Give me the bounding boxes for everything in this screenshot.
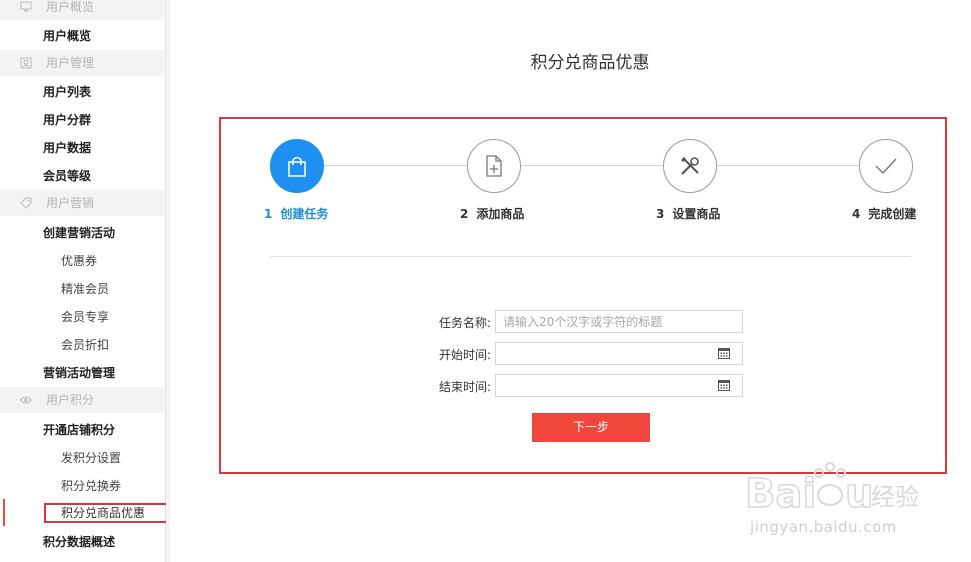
add-file-icon — [486, 155, 502, 177]
step-connector — [521, 165, 663, 166]
sidebar: 用户概览 用户概览 用户管理 用户列表 用户分群 用户数据 会员等级 用户营销 … — [0, 0, 169, 562]
step-2-label: 2 添加商品 — [460, 205, 524, 222]
step-text: 创建任务 — [280, 207, 329, 221]
step-4-label: 4 完成创建 — [852, 205, 916, 222]
page-title: 积分兑商品优惠 — [530, 53, 650, 73]
sidebar-group-user-points: 用户积分 — [0, 387, 164, 413]
step-3-circle — [663, 139, 717, 193]
step-2-circle — [467, 139, 521, 193]
step-3-label: 3 设置商品 — [656, 205, 720, 222]
step-connector — [323, 165, 467, 166]
sidebar-group-user-marketing: 用户营销 — [0, 190, 164, 216]
sidebar-group-label: 用户营销 — [46, 196, 95, 210]
user-card-icon — [20, 57, 32, 69]
eye-icon — [20, 396, 32, 404]
end-time-input[interactable] — [495, 374, 743, 397]
task-name-label: 任务名称: — [438, 316, 491, 330]
sidebar-group-user-management: 用户管理 — [0, 50, 164, 76]
step-connector — [717, 165, 859, 166]
step-number: 1 — [264, 207, 273, 221]
sidebar-item-overview[interactable]: 用户概览 — [43, 28, 91, 44]
step-1-label: 1 创建任务 — [264, 205, 328, 222]
sidebar-subitem-coupon[interactable]: 优惠券 — [61, 253, 97, 269]
step-4-circle — [859, 139, 913, 193]
svg-text:Bai: Bai — [745, 471, 816, 517]
step-number: 2 — [460, 207, 469, 221]
sidebar-divider — [166, 0, 170, 562]
tag-icon — [20, 197, 32, 209]
sidebar-group-label: 用户积分 — [46, 393, 95, 407]
sidebar-subitem-member-discount[interactable]: 会员折扣 — [61, 337, 109, 353]
task-name-input[interactable] — [495, 310, 743, 333]
svg-text:经验: 经验 — [871, 483, 919, 511]
start-time-input[interactable] — [495, 342, 743, 365]
sidebar-subitem-points-goods[interactable]: 积分兑商品优惠 — [44, 503, 169, 523]
svg-text:u: u — [845, 471, 873, 517]
step-text: 添加商品 — [476, 207, 525, 221]
sidebar-item-member-level[interactable]: 会员等级 — [43, 168, 91, 184]
step-number: 3 — [656, 207, 665, 221]
next-step-button[interactable]: 下一步 — [532, 413, 650, 442]
sidebar-item-user-group[interactable]: 用户分群 — [43, 112, 91, 128]
sidebar-item-user-data[interactable]: 用户数据 — [43, 140, 91, 156]
step-1-circle — [270, 139, 324, 193]
check-icon — [875, 158, 897, 175]
sidebar-subitem-precise-member[interactable]: 精准会员 — [61, 281, 109, 297]
monitor-icon — [20, 1, 32, 12]
calendar-icon[interactable] — [718, 379, 730, 391]
start-time-label: 开始时间: — [438, 348, 491, 362]
sidebar-item-open-points[interactable]: 开通店铺积分 — [43, 422, 115, 438]
sidebar-item-create-campaign[interactable]: 创建营销活动 — [43, 225, 115, 241]
section-divider — [270, 256, 911, 257]
sidebar-subitem-member-exclusive[interactable]: 会员专享 — [61, 309, 109, 325]
step-text: 完成创建 — [868, 207, 917, 221]
sidebar-item-campaign-manage[interactable]: 营销活动管理 — [43, 365, 115, 381]
active-indicator — [3, 499, 5, 526]
sidebar-group-user-overview: 用户概览 — [0, 0, 164, 20]
sidebar-item-user-list[interactable]: 用户列表 — [43, 84, 91, 100]
sidebar-item-points-overview[interactable]: 积分数据概述 — [43, 534, 115, 550]
calendar-icon[interactable] — [718, 347, 730, 359]
sidebar-group-label: 用户管理 — [46, 56, 95, 70]
step-text: 设置商品 — [672, 207, 721, 221]
sidebar-group-label: 用户概览 — [46, 0, 95, 14]
shopping-bag-icon — [288, 156, 306, 177]
tools-icon — [681, 157, 699, 175]
end-time-label: 结束时间: — [438, 380, 491, 394]
sidebar-subitem-issue-points[interactable]: 发积分设置 — [61, 450, 121, 466]
watermark-url: jingyan.baidu.com — [750, 518, 897, 536]
sidebar-subitem-points-coupon[interactable]: 积分兑换券 — [61, 478, 121, 494]
step-number: 4 — [852, 207, 861, 221]
